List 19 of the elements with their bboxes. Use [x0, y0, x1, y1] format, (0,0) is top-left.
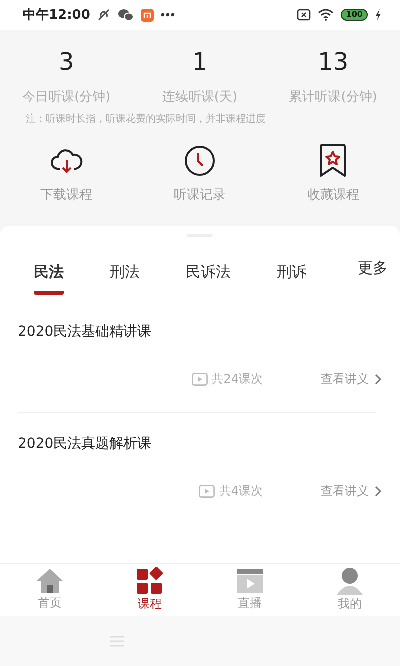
more-tab[interactable]: 更多 [358, 259, 388, 291]
category-tab[interactable]: 刑诉 [277, 263, 307, 295]
stat-label: 今日听课(分钟) [22, 89, 111, 106]
category-tab[interactable]: 民法 [34, 263, 64, 295]
stat-label: 累计听课(分钟) [289, 89, 378, 106]
course-title[interactable]: 2020民法真题解析课 [18, 435, 382, 453]
note-text: 注：听课时长指，听课花费的实际时间，并非课程进度 [26, 112, 267, 126]
lesson-count: 共4课次 [219, 483, 263, 500]
stat-value: 13 [318, 50, 349, 74]
category-tab[interactable]: 民诉法 [186, 263, 231, 295]
stat-value: 1 [192, 50, 208, 74]
lesson-count: 共24课次 [212, 371, 263, 388]
battery-level: 100 [341, 9, 368, 21]
status-time: 中午12:00 [23, 7, 90, 24]
nav-tab[interactable]: 课程 [100, 564, 200, 616]
stat-label: 连续听课(天) [162, 89, 238, 106]
course-title[interactable]: 2020民法基础精讲课 [18, 323, 382, 341]
stat-value: 3 [59, 50, 74, 74]
category-tab[interactable]: 刑法 [110, 263, 140, 295]
